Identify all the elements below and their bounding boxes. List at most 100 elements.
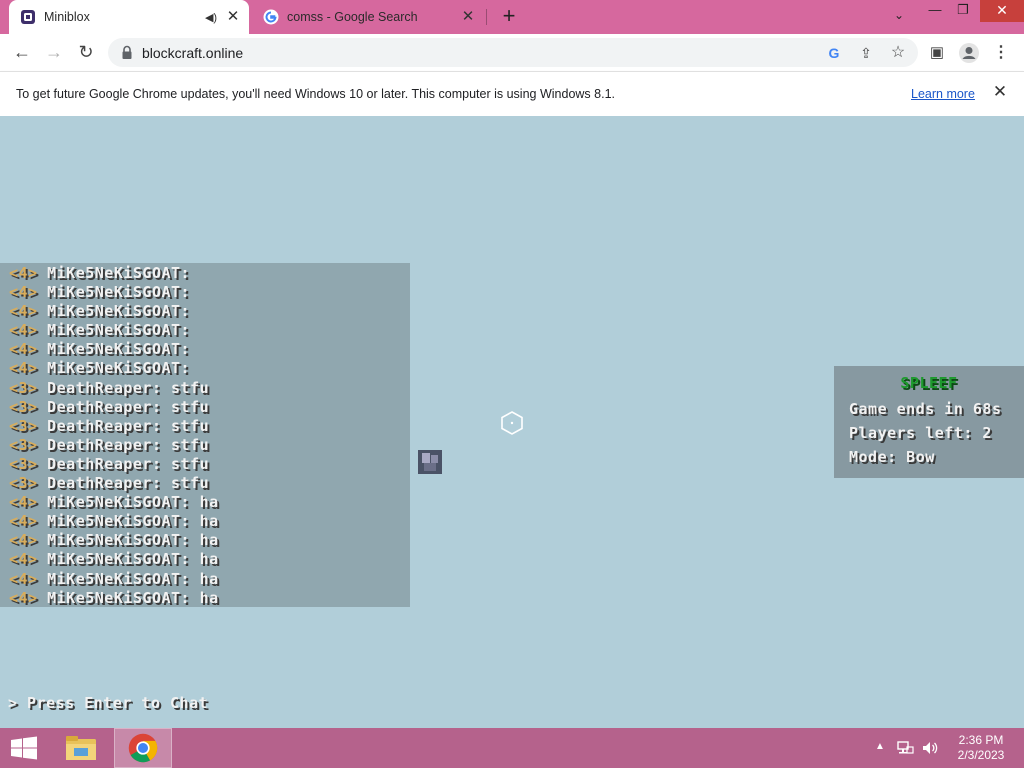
close-tab-icon[interactable]: ✕ — [460, 9, 476, 25]
network-icon[interactable] — [896, 739, 914, 757]
chat-rank: <4> — [9, 550, 38, 569]
chat-message: DeathReaper: stfu — [47, 435, 210, 454]
tab-title: comss - Google Search — [287, 10, 418, 24]
player-sprite-icon — [418, 450, 442, 474]
windows-start-icon[interactable] — [0, 728, 48, 768]
infobar-message: To get future Google Chrome updates, you… — [16, 87, 615, 101]
tab-separator — [486, 9, 487, 25]
chat-line: <3> DeathReaper: stfu — [9, 455, 410, 474]
chat-line: <3> DeathReaper: stfu — [9, 436, 410, 455]
chat-message: MiKe5NeKiSGOAT: ha — [47, 550, 219, 569]
chat-message: DeathReaper: stfu — [47, 474, 210, 493]
chat-log: <4> MiKe5NeKiSGOAT: <4> MiKe5NeKiSGOAT: … — [0, 263, 410, 607]
learn-more-link[interactable]: Learn more — [911, 87, 975, 101]
chat-message: MiKe5NeKiSGOAT: — [47, 302, 191, 321]
chat-rank: <4> — [9, 512, 38, 531]
google-favicon-icon — [263, 9, 279, 25]
crosshair-icon — [501, 411, 523, 435]
chat-line: <3> DeathReaper: stfu — [9, 379, 410, 398]
chat-message: MiKe5NeKiSGOAT: ha — [47, 588, 219, 607]
chat-line: <4> MiKe5NeKiSGOAT: — [9, 302, 410, 321]
tab-strip: Miniblox ◀) ✕ comss - Google Search ✕ + … — [0, 0, 1024, 34]
chat-line: <4> MiKe5NeKiSGOAT: — [9, 340, 410, 359]
chat-message: MiKe5NeKiSGOAT: ha — [47, 569, 219, 588]
chat-rank: <4> — [9, 283, 38, 302]
bookmark-star-icon[interactable]: ☆ — [888, 43, 908, 63]
miniblox-favicon-icon — [21, 10, 35, 24]
close-tab-icon[interactable]: ✕ — [225, 9, 241, 25]
tab-search-chevron-icon[interactable]: ⌄ — [888, 8, 910, 26]
volume-icon[interactable] — [921, 739, 939, 757]
chat-line: <4> MiKe5NeKiSGOAT: ha — [9, 512, 410, 531]
chat-rank: <4> — [9, 588, 38, 607]
url-text[interactable]: blockcraft.online — [142, 45, 243, 61]
profile-avatar-icon[interactable] — [958, 42, 980, 64]
chat-line: <4> MiKe5NeKiSGOAT: ha — [9, 550, 410, 569]
chat-line: <4> MiKe5NeKiSGOAT: — [9, 359, 410, 378]
chrome-icon[interactable] — [114, 728, 172, 768]
game-mode: Mode: Bow — [849, 448, 935, 466]
chat-line: <4> MiKe5NeKiSGOAT: ha — [9, 570, 410, 589]
tab-title: Miniblox — [44, 10, 90, 24]
chat-message: MiKe5NeKiSGOAT: ha — [47, 531, 219, 550]
chat-rank: <4> — [9, 569, 38, 588]
chat-rank: <3> — [9, 378, 38, 397]
chat-rank: <4> — [9, 340, 38, 359]
chat-message: DeathReaper: stfu — [47, 397, 210, 416]
tab-google-search[interactable]: comss - Google Search ✕ — [252, 0, 484, 34]
chat-line: <4> MiKe5NeKiSGOAT: — [9, 283, 410, 302]
chat-rank: <4> — [9, 302, 38, 321]
chat-rank: <3> — [9, 435, 38, 454]
chat-line: <3> DeathReaper: stfu — [9, 398, 410, 417]
back-arrow-icon[interactable]: ← — [9, 40, 35, 66]
side-panel-icon[interactable]: ▣ — [926, 42, 948, 64]
chat-rank: <4> — [9, 321, 38, 340]
players-left: Players left: 2 — [849, 424, 992, 442]
chat-message: DeathReaper: stfu — [47, 416, 210, 435]
share-icon[interactable]: ⇪ — [856, 43, 876, 63]
chat-message: MiKe5NeKiSGOAT: ha — [47, 512, 219, 531]
chat-message: MiKe5NeKiSGOAT: — [47, 340, 191, 359]
chat-message: MiKe5NeKiSGOAT: — [47, 321, 191, 340]
new-tab-button[interactable]: + — [498, 5, 520, 28]
kebab-menu-icon[interactable]: ⋮ — [990, 42, 1012, 64]
game-timer: Game ends in 68s — [849, 400, 1002, 418]
browser-toolbar: ← → ↻ blockcraft.online G ⇪ ☆ ▣ ⋮ — [0, 34, 1024, 71]
chat-line: <4> MiKe5NeKiSGOAT: ha — [9, 589, 410, 608]
chat-message: MiKe5NeKiSGOAT: — [47, 359, 191, 378]
chat-line: <4> MiKe5NeKiSGOAT: — [9, 264, 410, 283]
file-explorer-icon[interactable] — [52, 728, 110, 768]
audio-playing-icon[interactable]: ◀) — [203, 11, 219, 24]
chat-hint: > Press Enter to Chat — [8, 694, 209, 712]
clock-time: 2:36 PM — [958, 733, 1004, 747]
chat-rank: <4> — [9, 264, 38, 282]
lock-icon[interactable] — [120, 45, 134, 60]
chat-line: <4> MiKe5NeKiSGOAT: ha — [9, 531, 410, 550]
chat-rank: <3> — [9, 397, 38, 416]
update-infobar: To get future Google Chrome updates, you… — [0, 71, 1024, 116]
system-clock[interactable]: 2:36 PM 2/3/2023 — [944, 733, 1018, 763]
google-lens-icon[interactable]: G — [824, 43, 844, 63]
chat-line: <4> MiKe5NeKiSGOAT: ha — [9, 493, 410, 512]
chat-rank: <4> — [9, 493, 38, 512]
forward-arrow-icon[interactable]: → — [41, 40, 67, 66]
chat-rank: <3> — [9, 454, 38, 473]
game-mode-title: SPLEEF — [900, 374, 958, 392]
chat-message: DeathReaper: stfu — [47, 454, 210, 473]
restore-window-button[interactable]: ❐ — [946, 0, 980, 22]
chat-message: MiKe5NeKiSGOAT: — [47, 283, 191, 302]
chat-line: <4> MiKe5NeKiSGOAT: — [9, 321, 410, 340]
chat-line: <3> DeathReaper: stfu — [9, 474, 410, 493]
chat-message: DeathReaper: stfu — [47, 378, 210, 397]
address-bar[interactable]: blockcraft.online G ⇪ ☆ — [108, 38, 918, 67]
clock-date: 2/3/2023 — [957, 748, 1005, 762]
close-icon[interactable]: ✕ — [990, 82, 1010, 102]
tab-miniblox[interactable]: Miniblox ◀) ✕ — [9, 0, 249, 34]
chat-rank: <4> — [9, 531, 38, 550]
chat-message: MiKe5NeKiSGOAT: ha — [47, 493, 219, 512]
reload-icon[interactable]: ↻ — [73, 40, 99, 66]
game-canvas[interactable]: <4> MiKe5NeKiSGOAT: <4> MiKe5NeKiSGOAT: … — [0, 116, 1024, 728]
close-window-button[interactable]: ✕ — [980, 0, 1024, 22]
chat-rank: <3> — [9, 474, 38, 493]
show-hidden-icons-icon[interactable]: ▲ — [875, 741, 885, 752]
